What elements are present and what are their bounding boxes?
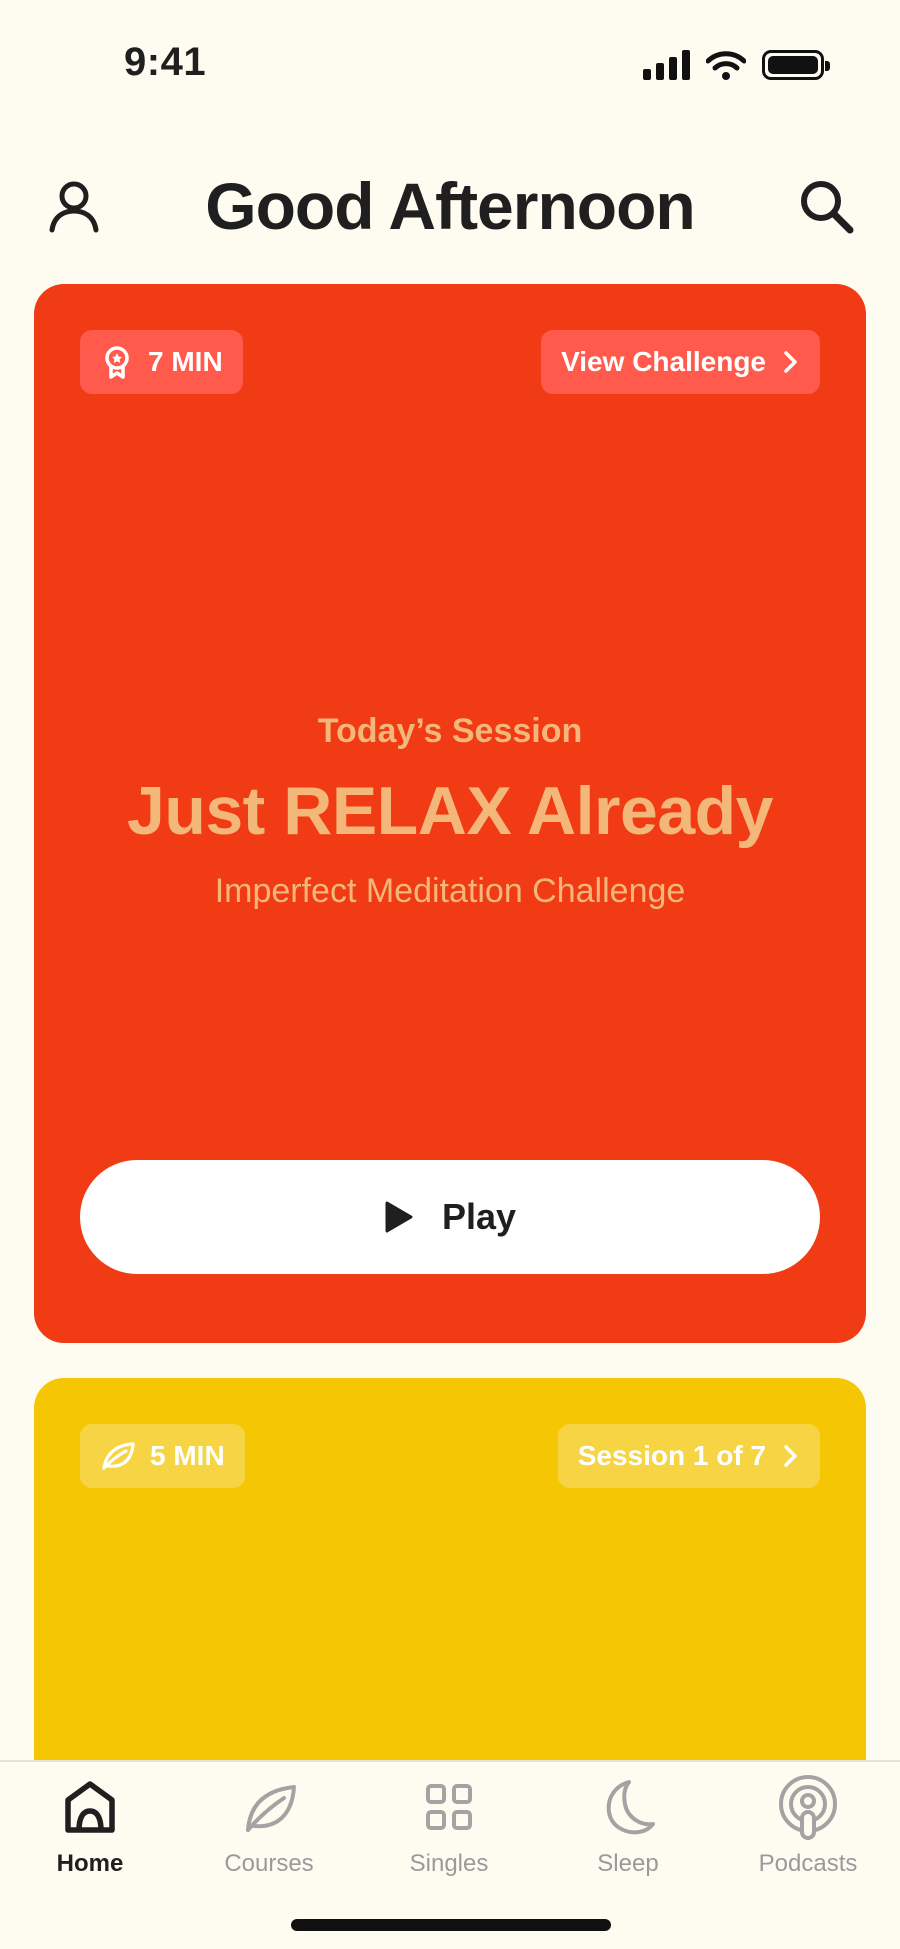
home-indicator bbox=[291, 1919, 611, 1931]
battery-icon bbox=[762, 50, 830, 80]
tab-label: Podcasts bbox=[758, 1850, 858, 1877]
search-button[interactable] bbox=[796, 176, 856, 236]
duration-badge: 5 MIN bbox=[80, 1424, 245, 1488]
session-eyebrow: Today’s Session bbox=[317, 712, 583, 750]
grid-icon bbox=[426, 1784, 472, 1830]
view-challenge-button[interactable]: View Challenge bbox=[541, 330, 820, 394]
header: Good Afternoon bbox=[0, 160, 900, 250]
wifi-icon bbox=[706, 51, 746, 80]
status-icons bbox=[643, 50, 830, 80]
signal-icon bbox=[643, 50, 690, 80]
status-time: 9:41 bbox=[124, 40, 207, 84]
duration-label: 5 MIN bbox=[150, 1440, 225, 1471]
play-button[interactable]: Play bbox=[80, 1160, 820, 1274]
tab-home[interactable]: Home bbox=[15, 1774, 165, 1878]
award-icon bbox=[105, 346, 129, 379]
tab-podcasts[interactable]: Podcasts bbox=[733, 1774, 883, 1878]
tab-bar: Home Courses Singles Sleep Podcasts bbox=[0, 1760, 900, 1949]
chevron-right-icon bbox=[784, 1445, 797, 1467]
view-challenge-label: View Challenge bbox=[561, 346, 766, 377]
home-icon bbox=[65, 1781, 115, 1833]
tab-singles[interactable]: Singles bbox=[374, 1774, 524, 1878]
play-label: Play bbox=[441, 1196, 517, 1237]
search-icon bbox=[801, 181, 854, 234]
play-icon bbox=[385, 1201, 413, 1233]
tab-label: Singles bbox=[409, 1850, 489, 1877]
duration-label: 7 MIN bbox=[148, 346, 223, 377]
session-title: Just RELAX Already bbox=[127, 773, 774, 849]
moon-icon bbox=[606, 1780, 655, 1835]
leaf-icon bbox=[246, 1785, 296, 1832]
tab-label: Courses bbox=[224, 1850, 314, 1877]
status-bar: 9:41 bbox=[0, 0, 900, 130]
leaf-icon bbox=[102, 1442, 135, 1470]
chevron-right-icon bbox=[784, 351, 797, 373]
session-progress-label: Session 1 of 7 bbox=[577, 1440, 766, 1471]
page-title: Good Afternoon bbox=[205, 169, 695, 243]
duration-badge: 7 MIN bbox=[80, 330, 243, 394]
podcast-icon bbox=[779, 1775, 837, 1840]
tab-label: Home bbox=[56, 1850, 124, 1877]
tab-sleep[interactable]: Sleep bbox=[553, 1774, 703, 1878]
featured-session-card[interactable]: 7 MIN View Challenge Today’s Session Jus… bbox=[34, 284, 866, 1343]
tab-courses[interactable]: Courses bbox=[194, 1774, 344, 1878]
session-progress-button[interactable]: Session 1 of 7 bbox=[557, 1424, 820, 1488]
session-subtitle: Imperfect Meditation Challenge bbox=[214, 872, 686, 910]
tab-label: Sleep bbox=[597, 1850, 659, 1877]
